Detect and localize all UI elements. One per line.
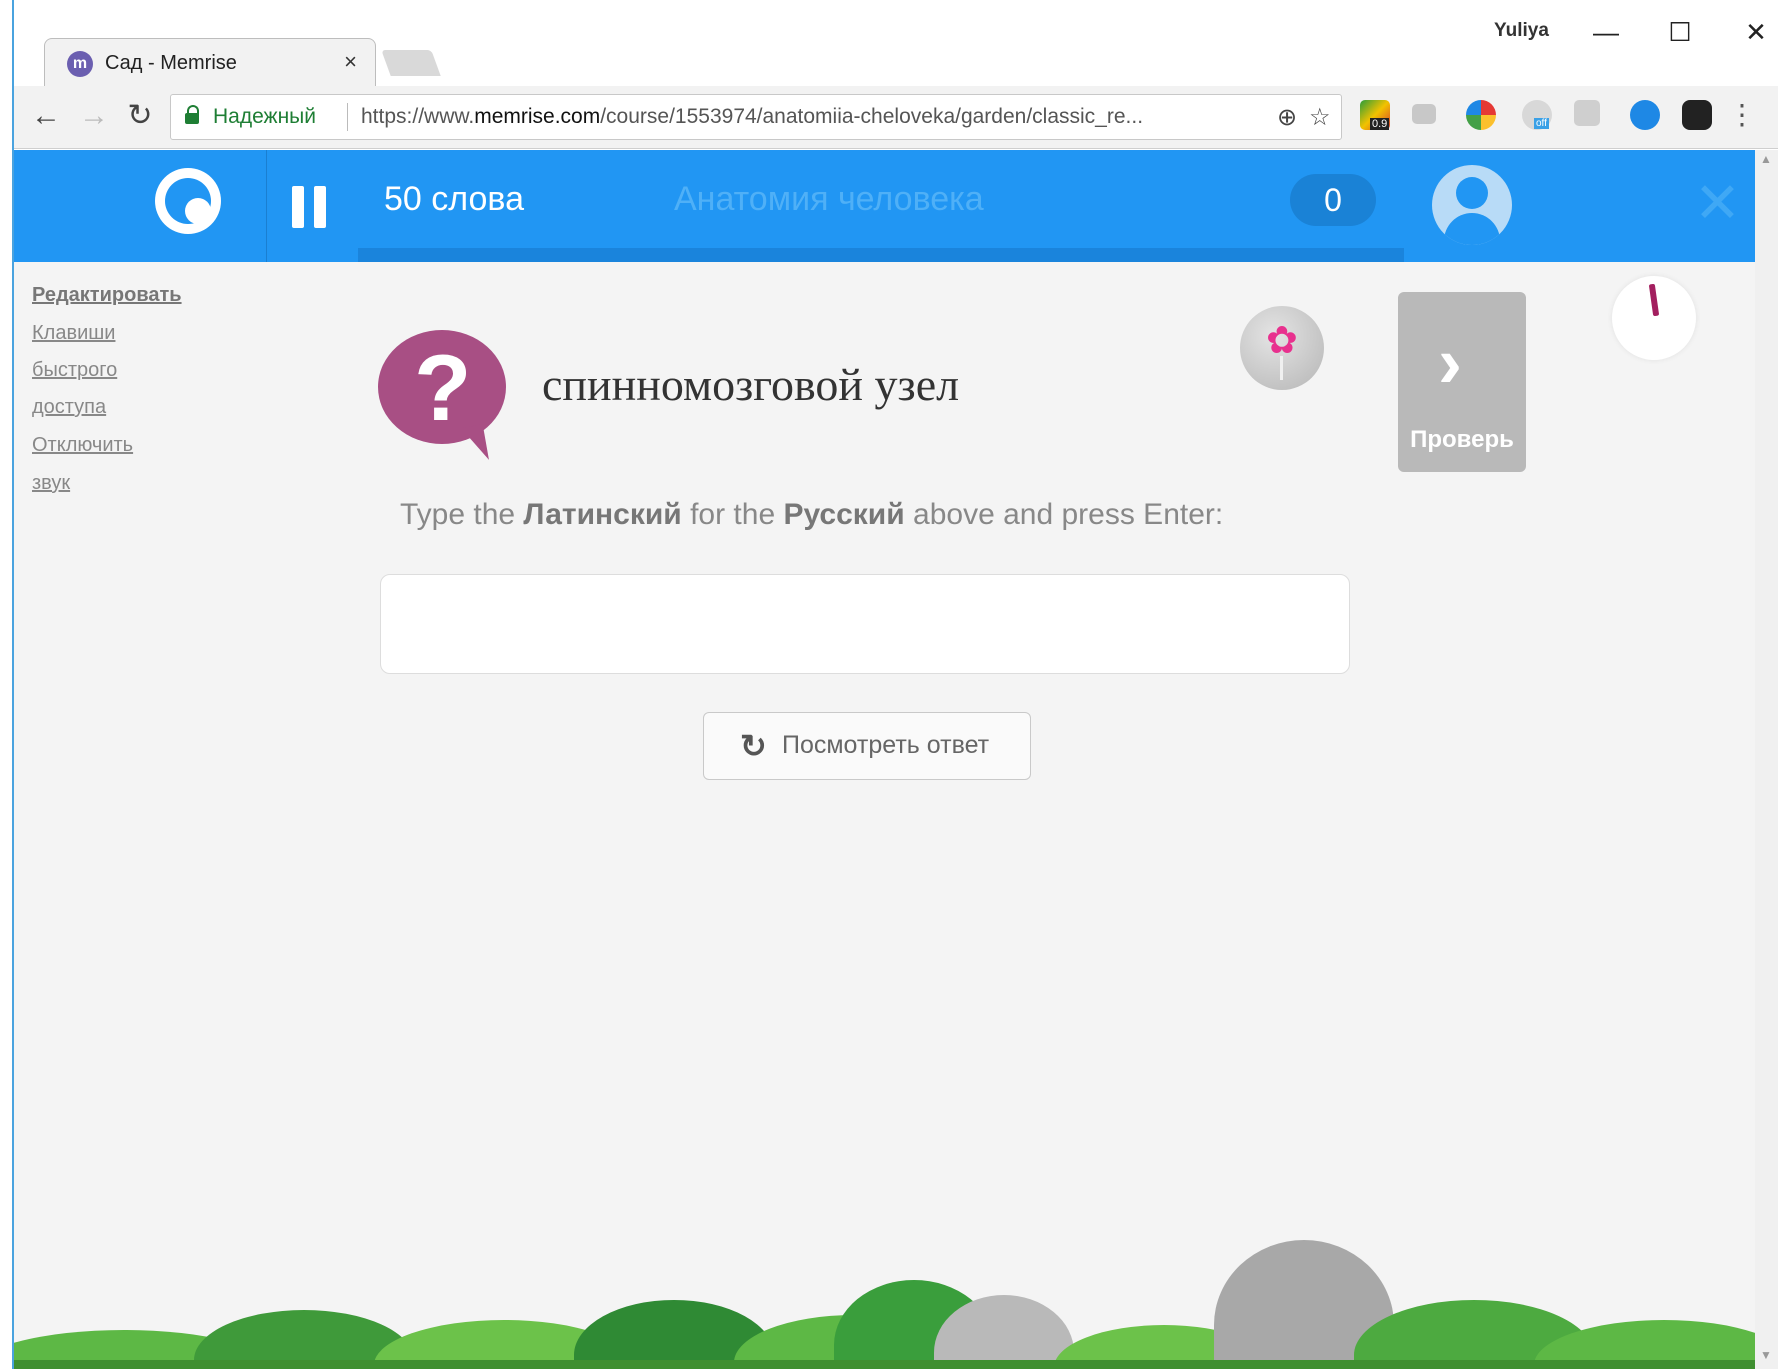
close-session-icon[interactable]: ✕ bbox=[1694, 170, 1741, 236]
session-progress-bar bbox=[358, 248, 1404, 262]
chevron-right-icon: › bbox=[1438, 323, 1462, 403]
memrise-logo-icon[interactable] bbox=[155, 168, 221, 234]
url-prefix: https://www. bbox=[361, 105, 475, 128]
zoom-icon[interactable]: ⊕ bbox=[1277, 103, 1297, 132]
browser-menu-icon[interactable]: ⋮ bbox=[1728, 98, 1756, 131]
sidebar-link-shortcuts-1[interactable]: Клавиши bbox=[32, 322, 115, 345]
sidebar-link-mute-2[interactable]: звук bbox=[32, 472, 70, 495]
timer-icon bbox=[1612, 276, 1696, 360]
instructions: Type the Латинский for the Русский above… bbox=[400, 498, 1223, 532]
new-tab-button[interactable] bbox=[381, 50, 441, 76]
hp-extension-icon[interactable] bbox=[1630, 100, 1660, 130]
scrollbar[interactable] bbox=[1755, 150, 1778, 1369]
cast-extension-icon[interactable] bbox=[1412, 104, 1436, 124]
chrome-sync-icon[interactable] bbox=[1466, 100, 1496, 130]
sidebar-link-shortcuts-2[interactable]: быстрого bbox=[32, 359, 117, 382]
sidebar-link-mute-1[interactable]: Отключить bbox=[32, 434, 133, 457]
check-button[interactable]: › Проверь bbox=[1398, 292, 1526, 472]
profile-name[interactable]: Yuliya bbox=[1494, 20, 1549, 42]
question-icon: ? bbox=[378, 330, 508, 464]
app-header: 50 слова Анатомия человека 0 ✕ bbox=[14, 150, 1755, 262]
instructions-post: above and press Enter: bbox=[904, 498, 1224, 531]
refresh-icon: ↻ bbox=[740, 728, 767, 764]
drop-extension-icon[interactable]: off bbox=[1522, 100, 1552, 130]
bookmark-star-icon[interactable]: ☆ bbox=[1309, 103, 1331, 132]
close-window-button[interactable]: ✕ bbox=[1736, 14, 1776, 50]
course-title: Анатомия человека bbox=[674, 180, 984, 218]
tab-close-icon[interactable]: × bbox=[344, 49, 357, 75]
url-text[interactable]: https://www.memrise.com/course/1553974/a… bbox=[361, 105, 1143, 129]
title-bar: m Сад - Memrise × Yuliya — ☐ ✕ bbox=[14, 0, 1778, 87]
instructions-mid: for the bbox=[681, 498, 784, 531]
scroll-up-icon[interactable]: ▲ bbox=[1760, 152, 1772, 166]
omnibox-separator bbox=[347, 103, 348, 131]
color-extension-icon[interactable]: 0.9 bbox=[1360, 100, 1390, 130]
target-language: Латинский bbox=[523, 498, 682, 531]
flower-icon: ✿ bbox=[1240, 306, 1324, 390]
tab-title: Сад - Memrise bbox=[105, 52, 237, 74]
sidebar-link-edit[interactable]: Редактировать bbox=[32, 284, 182, 307]
sidebar-link-shortcuts-3[interactable]: доступа bbox=[32, 396, 106, 419]
url-path: /course/1553974/anatomiia-cheloveka/gard… bbox=[600, 105, 1144, 128]
check-button-label: Проверь bbox=[1410, 426, 1514, 453]
points-counter: 0 bbox=[1290, 174, 1376, 226]
incognito-extension-icon[interactable] bbox=[1682, 100, 1712, 130]
question-mark: ? bbox=[414, 335, 472, 440]
scroll-down-icon[interactable]: ▼ bbox=[1760, 1348, 1772, 1362]
source-language: Русский bbox=[783, 498, 905, 531]
header-divider bbox=[266, 150, 267, 262]
forward-button[interactable]: → bbox=[76, 98, 112, 134]
prompt-word: спинномозговой узел bbox=[542, 359, 960, 410]
extension-badge: 0.9 bbox=[1370, 118, 1390, 130]
answer-input[interactable] bbox=[380, 574, 1350, 674]
back-button[interactable]: ← bbox=[28, 98, 64, 134]
url-domain: memrise.com bbox=[474, 105, 601, 128]
pause-button[interactable] bbox=[292, 186, 328, 228]
word-count: 50 слова bbox=[384, 180, 524, 218]
off-badge: off bbox=[1534, 118, 1549, 129]
browser-toolbar: ← → ↻ Надежный https://www.memrise.com/c… bbox=[14, 86, 1778, 149]
browser-tab[interactable]: m Сад - Memrise × bbox=[44, 38, 376, 87]
memrise-favicon-icon: m bbox=[67, 51, 93, 77]
landscape-illustration bbox=[14, 1220, 1755, 1369]
show-answer-label: Посмотреть ответ bbox=[782, 731, 990, 759]
maximize-button[interactable]: ☐ bbox=[1660, 14, 1700, 50]
address-bar[interactable]: Надежный https://www.memrise.com/course/… bbox=[170, 94, 1342, 140]
secure-label: Надежный bbox=[213, 105, 317, 128]
lock-icon bbox=[185, 105, 199, 124]
pdf-extension-icon[interactable] bbox=[1574, 100, 1600, 126]
reload-button[interactable]: ↻ bbox=[122, 98, 158, 134]
show-answer-button[interactable]: ↻ Посмотреть ответ bbox=[703, 712, 1031, 780]
instructions-pre: Type the bbox=[400, 498, 524, 531]
user-avatar[interactable] bbox=[1432, 165, 1512, 245]
minimize-button[interactable]: — bbox=[1586, 14, 1626, 50]
